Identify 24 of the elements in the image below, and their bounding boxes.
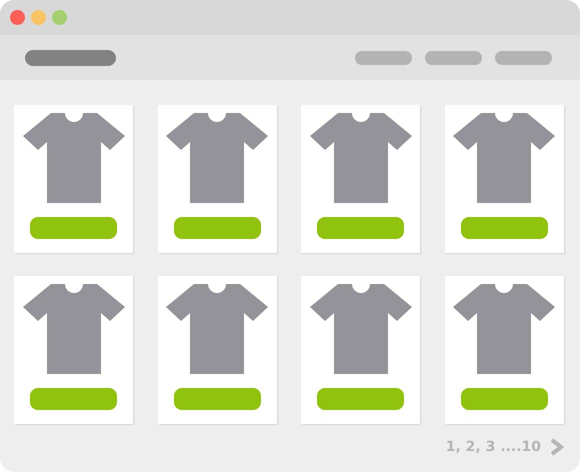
minimize-button[interactable]	[31, 10, 46, 25]
next-button[interactable]	[550, 438, 564, 456]
tshirt-icon	[453, 284, 555, 374]
add-button[interactable]	[30, 217, 117, 239]
nav-link[interactable]	[355, 50, 412, 64]
add-button[interactable]	[460, 217, 548, 239]
tshirt-icon	[166, 284, 268, 374]
tshirt-icon	[166, 113, 268, 203]
add-button[interactable]	[174, 217, 260, 239]
tshirt-icon	[310, 284, 412, 374]
tshirt-icon	[310, 113, 412, 203]
nav-link[interactable]	[425, 50, 482, 64]
add-button[interactable]	[460, 388, 548, 410]
maximize-button[interactable]	[52, 10, 67, 25]
add-button[interactable]	[30, 388, 117, 410]
tshirt-icon	[453, 113, 555, 203]
nav-link[interactable]	[495, 50, 552, 64]
tshirt-icon	[22, 284, 124, 374]
add-button[interactable]	[174, 388, 260, 410]
tshirt-icon	[22, 113, 124, 203]
close-button[interactable]	[10, 10, 25, 25]
pagination-text: 1, 2, 3 ....10	[446, 439, 541, 455]
add-button[interactable]	[317, 217, 404, 239]
add-button[interactable]	[317, 388, 404, 410]
